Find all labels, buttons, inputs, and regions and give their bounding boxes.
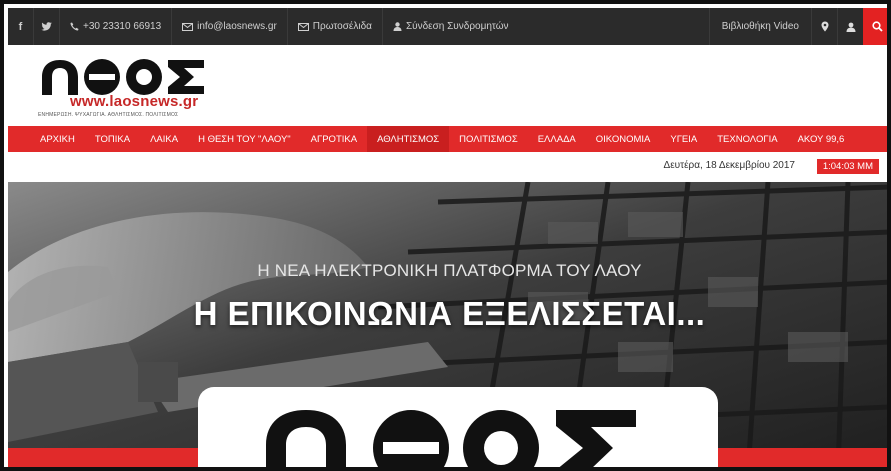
nav-item-5[interactable]: ΑΘΛΗΤΙΣΜΟΣ — [367, 126, 450, 152]
nav-item-0[interactable]: ΑΡΧΙΚΗ — [30, 126, 85, 152]
phone-number: +30 23310 66913 — [83, 21, 162, 32]
frontpages-label: Πρωτοσέλιδα — [312, 21, 372, 32]
subscribers-login-label: Σύνδεση Συνδρομητών — [405, 21, 509, 32]
nav-item-11[interactable]: ΑΚΟΥ 99,6 — [788, 126, 855, 152]
hero-banner: Η ΝΕΑ ΗΛΕΚΤΡΟΝΙΚΗ ΠΛΑΤΦΟΡΜΑ ΤΟΥ ΛΑΟΥ Η Ε… — [8, 182, 887, 467]
envelope-icon — [297, 22, 309, 31]
phone-link[interactable]: +30 23310 66913 — [60, 8, 173, 45]
site-tagline: ΕΝΗΜΕΡΩΣΗ. ΨΥΧΑΓΩΓΙΑ. ΑΘΛΗΤΙΣΜΟΣ. ΠΟΛΙΤΙ… — [38, 112, 179, 118]
nav-item-1[interactable]: ΤΟΠΙΚΑ — [85, 126, 140, 152]
current-date: Δευτέρα, 18 Δεκεμβρίου 2017 — [663, 160, 795, 171]
current-time: 1:04:03 ΜΜ — [816, 159, 879, 174]
hero-logo — [266, 410, 636, 467]
main-nav: ΑΡΧΙΚΗ ΤΟΠΙΚΑ ΛΑΙΚΑ Η ΘΕΣΗ ΤΟΥ "ΛΑΟΥ" ΑΓΡΟΤΙ… — [8, 126, 887, 152]
site-url: www.laosnews.gr — [70, 93, 199, 110]
facebook-icon[interactable]: f — [8, 8, 34, 45]
nav-item-9[interactable]: ΥΓΕΙΑ — [660, 126, 707, 152]
video-library-link[interactable]: Βιβλιοθήκη Video — [708, 8, 811, 45]
subscribers-login-link[interactable]: Σύνδεση Συνδρομητών — [383, 8, 519, 45]
email-link[interactable]: info@laosnews.gr — [172, 8, 288, 45]
nav-item-10[interactable]: ΤΕΧΝΟΛΟΓΙΑ — [707, 126, 787, 152]
top-bar: f +30 23310 66913 info@laosnews.gr Πρωτο… — [8, 8, 887, 45]
account-icon[interactable] — [837, 8, 863, 45]
email-address: info@laosnews.gr — [197, 21, 277, 32]
search-button[interactable] — [863, 8, 887, 45]
nav-item-7[interactable]: ΕΛΛΑΔΑ — [528, 126, 586, 152]
nav-item-4[interactable]: ΑΓΡΟΤΙΚΑ — [301, 126, 367, 152]
hero-title: Η ΕΠΙΚΟΙΝΩΝΙΑ ΕΞΕΛΙΣΣΕΤΑΙ... — [193, 295, 706, 332]
location-icon[interactable] — [811, 8, 837, 45]
nav-item-3[interactable]: Η ΘΕΣΗ ΤΟΥ "ΛΑΟΥ" — [188, 126, 301, 152]
nav-item-6[interactable]: ΠΟΛΙΤΙΣΜΟΣ — [449, 126, 528, 152]
browser-frame: f +30 23310 66913 info@laosnews.gr Πρωτο… — [0, 0, 891, 471]
envelope-icon — [182, 22, 194, 31]
user-icon — [393, 22, 402, 31]
search-icon — [871, 21, 883, 32]
nav-item-2[interactable]: ΛΑΙΚΑ — [140, 126, 188, 152]
site-header: www.laosnews.gr ΕΝΗΜΕΡΩΣΗ. ΨΥΧΑΓΩΓΙΑ. ΑΘ… — [8, 45, 887, 126]
hero-subtitle: Η ΝΕΑ ΗΛΕΚΤΡΟΝΙΚΗ ΠΛΑΤΦΟΡΜΑ ΤΟΥ ΛΑΟΥ — [257, 261, 642, 280]
date-bar: Δευτέρα, 18 Δεκεμβρίου 2017 1:04:03 ΜΜ — [8, 152, 887, 182]
twitter-icon[interactable] — [34, 8, 60, 45]
frontpages-link[interactable]: Πρωτοσέλιδα — [288, 8, 383, 45]
phone-icon — [70, 22, 79, 31]
nav-item-8[interactable]: ΟΙΚΟΝΟΜΙΑ — [586, 126, 661, 152]
